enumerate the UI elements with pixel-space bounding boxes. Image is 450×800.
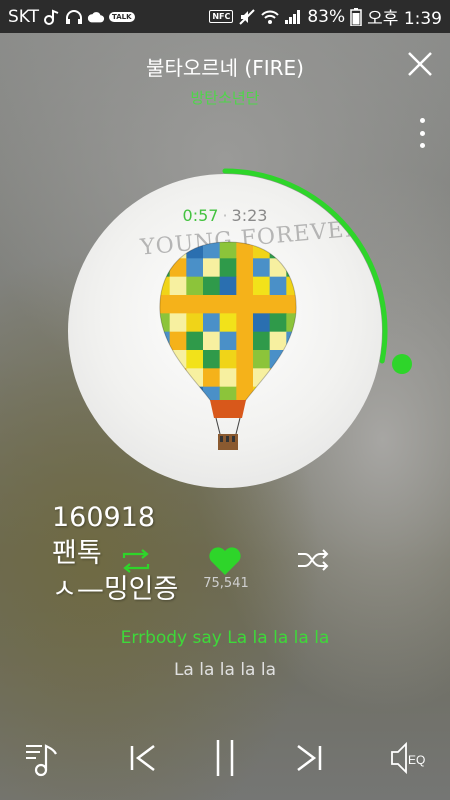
shuffle-icon[interactable]	[296, 548, 330, 572]
playlist-icon[interactable]	[24, 738, 64, 778]
battery-percent: 83%	[307, 6, 346, 27]
heart-icon[interactable]	[207, 545, 243, 577]
status-bar-right: NFC 83% 오후 1:39	[209, 4, 442, 29]
music-notification-icon	[44, 9, 59, 25]
album-disc[interactable]: YOUNG FOREVER 0:57 · 3:23	[60, 166, 390, 496]
wifi-icon	[261, 10, 280, 24]
song-title: 불타오르네 (FIRE)	[146, 56, 304, 80]
artist-name[interactable]: 방탄소년단	[0, 87, 450, 108]
repeat-icon[interactable]	[118, 548, 154, 574]
nfc-icon: NFC	[209, 10, 234, 23]
handwritten-note: 160918 팬톡 ㅅ—밍인증	[52, 500, 178, 608]
carrier-label: SKT	[8, 6, 40, 27]
lyric-next-line[interactable]: La la la la la	[0, 660, 450, 680]
talk-badge: TALK	[109, 11, 135, 22]
close-icon[interactable]	[406, 50, 434, 78]
lyric-current-line[interactable]: Errbody say La la la la la	[0, 628, 450, 648]
clock: 오후 1:39	[367, 9, 442, 29]
status-bar: SKT TALK NFC 83% 오후 1:39	[0, 0, 450, 33]
note-line-fantalk: 팬톡	[52, 538, 102, 569]
note-line-streaming: ㅅ—밍인증	[52, 574, 179, 605]
equalizer-icon[interactable]: EQ	[388, 738, 432, 778]
pause-icon[interactable]	[210, 738, 240, 778]
signal-icon	[285, 9, 301, 24]
cloud-icon	[87, 11, 105, 22]
progress-handle[interactable]	[392, 354, 412, 374]
battery-icon	[350, 7, 362, 26]
like-count: 75,541	[203, 576, 249, 591]
more-vertical-icon[interactable]	[418, 118, 426, 148]
skip-previous-icon[interactable]	[126, 738, 160, 778]
note-line-date: 160918	[52, 502, 156, 533]
status-bar-left: SKT TALK	[8, 7, 135, 27]
progress-ring[interactable]	[60, 166, 390, 496]
headphones-icon	[66, 9, 83, 24]
eq-label: EQ	[408, 753, 425, 767]
skip-next-icon[interactable]	[292, 738, 326, 778]
mute-icon	[239, 8, 256, 25]
